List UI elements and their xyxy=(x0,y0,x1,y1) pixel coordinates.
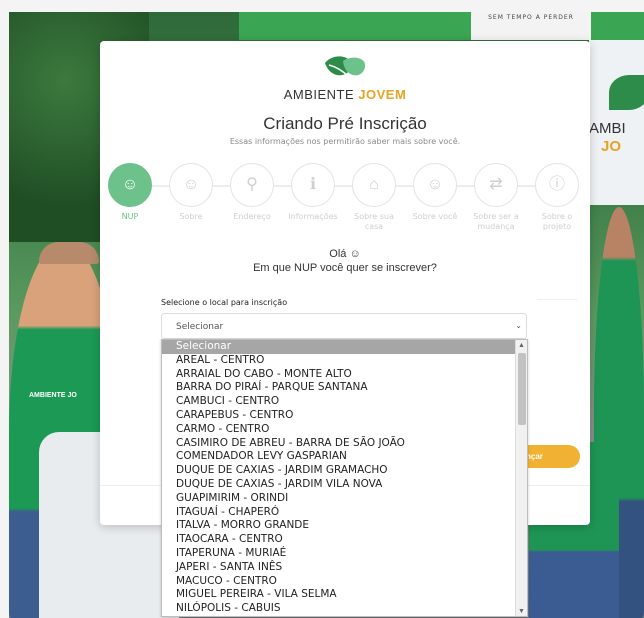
chevron-down-icon: ⌄ xyxy=(515,321,522,330)
location-option[interactable]: DUQUE DE CAXIAS - JARDIM GRAMACHO xyxy=(162,464,527,478)
location-option[interactable]: ITAOCARA - CENTRO xyxy=(162,533,527,547)
location-option[interactable]: NILÓPOLIS - CABUIS xyxy=(162,602,527,616)
step-sobre-voce[interactable]: ☺ Sobre você xyxy=(405,163,465,222)
scroll-up-arrow-icon[interactable]: ▲ xyxy=(516,340,527,352)
location-option[interactable]: COMENDADOR LEVY GASPARIAN xyxy=(162,450,527,464)
banner-text: SEM TEMPO A PERDER xyxy=(471,12,591,40)
step-progress: ☺ NUP ☺ Sobre ⚲ Endereço ℹ Informações ⌂… xyxy=(100,161,590,241)
divider xyxy=(537,299,577,300)
location-option[interactable]: MACUCO - CENTRO xyxy=(162,575,527,589)
info-icon: ℹ xyxy=(291,163,335,207)
location-option[interactable]: ARRAIAL DO CABO - MONTE ALTO xyxy=(162,368,527,382)
page-title: Criando Pré Inscrição xyxy=(263,114,427,133)
background-sign-text-1: AMBI xyxy=(589,120,626,137)
location-select[interactable]: Selecionar ⌄ xyxy=(161,313,527,339)
location-option[interactable]: AREAL - CENTRO xyxy=(162,354,527,368)
brand-logo: AMBIENTE JOVEM xyxy=(100,55,590,102)
shirt-logo-text: AMBIENTE JO xyxy=(29,392,77,399)
step-sobre[interactable]: ☺ Sobre xyxy=(161,163,221,222)
scroll-down-arrow-icon[interactable]: ▼ xyxy=(516,606,527,616)
step-nup[interactable]: ☺ NUP xyxy=(100,163,160,222)
location-option[interactable]: CARAPEBUS - CENTRO xyxy=(162,409,527,423)
map-pin-icon: ⚲ xyxy=(230,163,274,207)
brand-word-jovem: JOVEM xyxy=(358,87,407,102)
location-option[interactable]: CASIMIRO DE ABREU - BARRA DE SÃO JOÃO xyxy=(162,437,527,451)
location-options: Selecionar AREAL - CENTRO ARRAIAL DO CABO … xyxy=(162,340,527,616)
greeting-hello: Olá ☺ xyxy=(329,248,361,260)
home-icon: ⌂ xyxy=(352,163,396,207)
step-sobre-o-projeto[interactable]: ⓘ Sobre o projeto xyxy=(527,163,587,232)
step-label: NUP xyxy=(121,212,139,221)
background-sign-text-2: JO xyxy=(601,138,622,155)
info-circle-icon: ⓘ xyxy=(535,163,579,207)
location-dropdown-list[interactable]: Selecionar AREAL - CENTRO ARRAIAL DO CABO … xyxy=(161,339,528,617)
step-sobre-sua-casa[interactable]: ⌂ Sobre sua casa xyxy=(344,163,404,232)
background-banner: SEM TEMPO A PERDER xyxy=(239,12,644,40)
location-option[interactable]: BARRA DO PIRAÍ - PARQUE SANTANA xyxy=(162,381,527,395)
greeting-question: Em que NUP você quer se inscrever? xyxy=(253,262,437,274)
location-option[interactable]: ITAPERUNA - MURIAÉ xyxy=(162,547,527,561)
dropdown-scrollbar[interactable]: ▲ ▼ xyxy=(515,340,527,616)
location-option[interactable]: MIGUEL PEREIRA - VILA SELMA xyxy=(162,588,527,602)
step-label: Sobre você xyxy=(412,212,458,221)
palette-icon: ☺ xyxy=(108,163,152,207)
step-label: Sobre o projeto xyxy=(541,212,573,231)
step-informacoes[interactable]: ℹ Informações xyxy=(283,163,343,222)
brand-word-ambiente: AMBIENTE xyxy=(283,87,359,102)
greeting: Olá ☺ Em que NUP você quer se inscrever? xyxy=(100,247,590,275)
smile-icon: ☺ xyxy=(413,163,457,207)
background-cap xyxy=(39,242,99,264)
location-select-value: Selecionar xyxy=(176,322,224,332)
location-option[interactable]: CARMO - CENTRO xyxy=(162,423,527,437)
location-option[interactable]: Selecionar xyxy=(162,340,527,354)
location-option[interactable]: ITALVA - MORRO GRANDE xyxy=(162,519,527,533)
shuffle-icon: ⇄ xyxy=(474,163,518,207)
step-label: Sobre xyxy=(179,212,203,221)
location-option[interactable]: DUQUE DE CAXIAS - JARDIM VILA NOVA xyxy=(162,478,527,492)
location-option[interactable]: CAMBUCI - CENTRO xyxy=(162,395,527,409)
scrollbar-thumb[interactable] xyxy=(518,353,526,425)
step-label: Sobre sua casa xyxy=(354,212,394,231)
brand-wordmark: AMBIENTE JOVEM xyxy=(100,87,590,102)
location-option[interactable]: JAPERI - SANTA INÊS xyxy=(162,561,527,575)
location-option[interactable]: ITAGUAÍ - CHAPERÓ xyxy=(162,506,527,520)
step-sobre-ser-a-mudanca[interactable]: ⇄ Sobre ser a mudança xyxy=(466,163,526,232)
step-label: Sobre ser a mudança xyxy=(473,212,519,231)
user-icon: ☺ xyxy=(169,163,213,207)
background-sign: AMBI JO xyxy=(589,40,644,205)
background-leaf-logo xyxy=(609,75,644,110)
step-endereco[interactable]: ⚲ Endereço xyxy=(222,163,282,222)
leaf-logo-icon xyxy=(325,56,366,78)
location-field-label: Selecione o local para inscrição xyxy=(161,298,288,307)
page-subtitle: Essas informações nos permitirão saber m… xyxy=(229,137,461,146)
step-label: Endereço xyxy=(233,212,271,221)
step-label: Informações xyxy=(288,212,338,221)
location-option[interactable]: GUAPIMIRIM - ORINDI xyxy=(162,492,527,506)
